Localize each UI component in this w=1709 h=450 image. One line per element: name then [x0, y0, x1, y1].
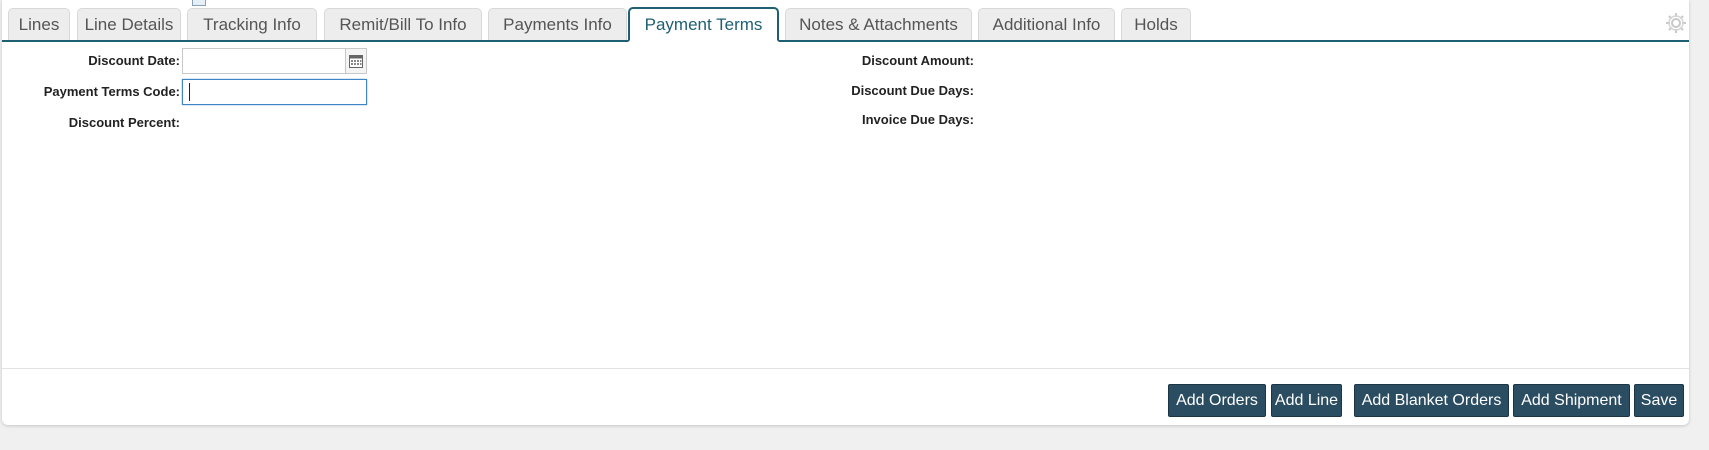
- add-orders-button[interactable]: Add Orders: [1168, 384, 1266, 417]
- tab-notes-attachments[interactable]: Notes & Attachments: [785, 8, 972, 40]
- tab-lines[interactable]: Lines: [8, 8, 70, 40]
- footer-divider: [2, 368, 1689, 369]
- save-button[interactable]: Save: [1634, 384, 1684, 417]
- calendar-icon[interactable]: [346, 48, 367, 74]
- payment-terms-code-input[interactable]: [182, 79, 367, 105]
- discount-percent-label: Discount Percent:: [68, 115, 180, 130]
- tab-additional-info[interactable]: Additional Info: [978, 8, 1115, 40]
- add-shipment-button[interactable]: Add Shipment: [1513, 384, 1630, 417]
- add-blanket-orders-button[interactable]: Add Blanket Orders: [1354, 384, 1509, 417]
- tab-payment-terms[interactable]: Payment Terms: [628, 7, 779, 42]
- tab-tracking-info[interactable]: Tracking Info: [187, 8, 317, 40]
- payment-terms-panel: Lines Line Details Tracking Info Remit/B…: [2, 0, 1689, 425]
- discount-date-input[interactable]: [182, 48, 346, 74]
- text-cursor: [189, 83, 190, 101]
- tab-remit-bill-to-info[interactable]: Remit/Bill To Info: [324, 8, 482, 40]
- add-line-button[interactable]: Add Line: [1271, 384, 1342, 417]
- tab-line-details[interactable]: Line Details: [77, 8, 181, 40]
- discount-amount-label: Discount Amount:: [861, 53, 974, 68]
- tab-holds[interactable]: Holds: [1121, 8, 1191, 40]
- payment-terms-code-label: Payment Terms Code:: [43, 84, 180, 99]
- invoice-due-days-label: Invoice Due Days:: [862, 112, 974, 127]
- tab-bar: Lines Line Details Tracking Info Remit/B…: [2, 0, 1689, 42]
- gear-icon[interactable]: [1665, 12, 1687, 34]
- discount-date-label: Discount Date:: [88, 53, 180, 68]
- tab-payments-info[interactable]: Payments Info: [488, 8, 627, 40]
- document-icon: [192, 0, 206, 6]
- discount-due-days-label: Discount Due Days:: [851, 83, 974, 98]
